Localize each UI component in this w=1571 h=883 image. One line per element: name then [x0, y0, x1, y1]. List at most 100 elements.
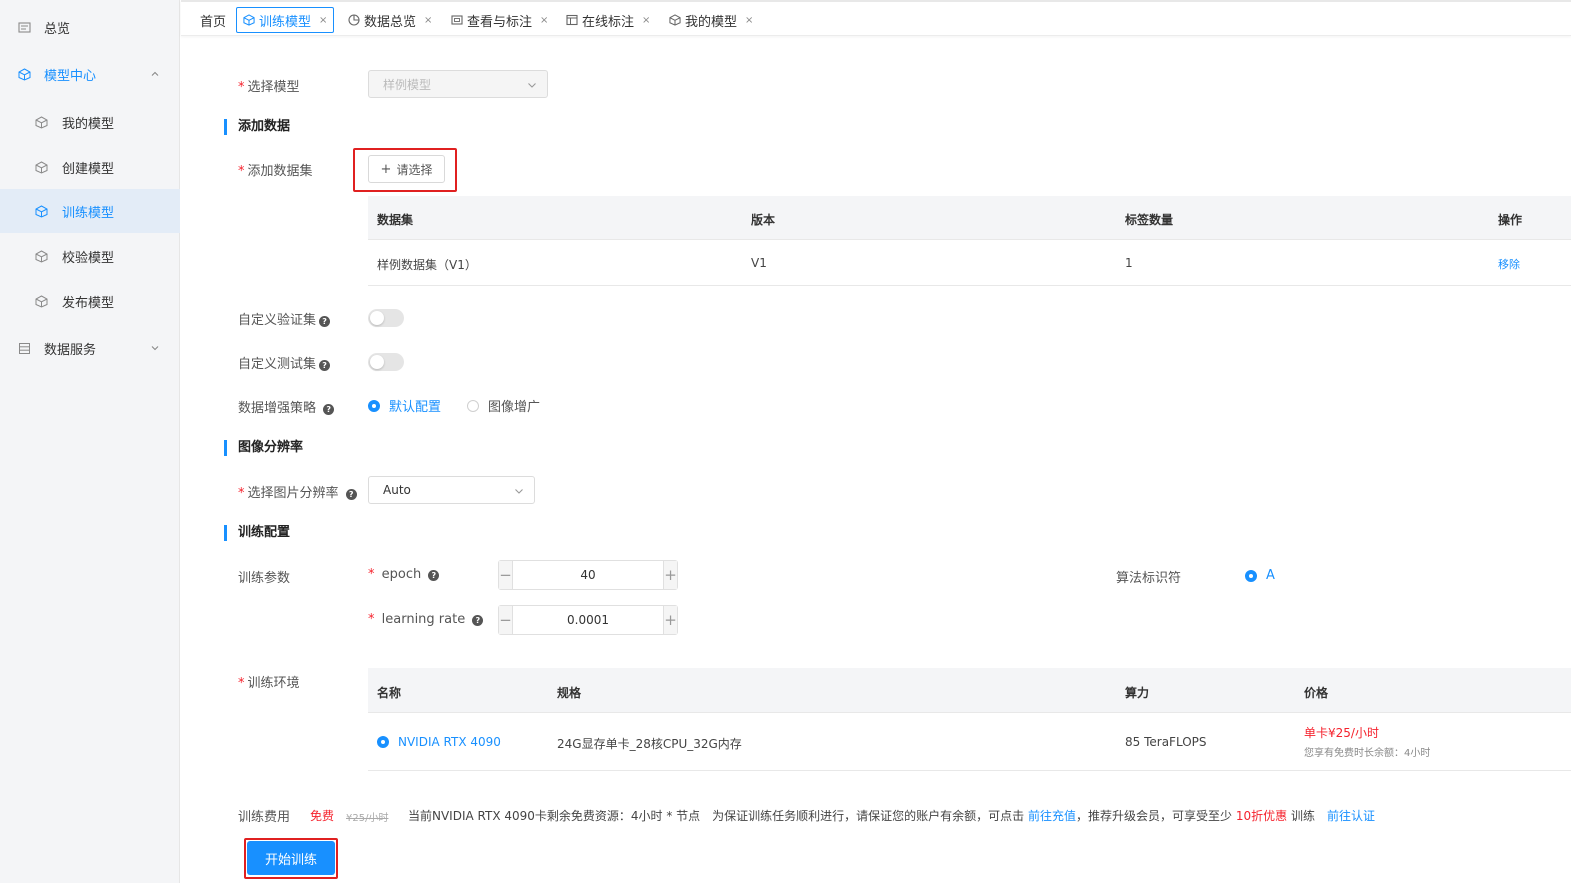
- sidebar-item-label: 创建模型: [62, 161, 115, 177]
- help-icon[interactable]: ?: [319, 360, 331, 371]
- cube-icon: [243, 14, 255, 26]
- tab-online-annotate[interactable]: 在线标注 ×: [566, 7, 650, 33]
- tab-label: 训练模型: [259, 14, 312, 30]
- custom-test-label: 自定义测试集?: [238, 353, 331, 372]
- radio-dot: [467, 399, 479, 412]
- fee-original-price: ¥25/小时: [346, 813, 389, 824]
- close-icon[interactable]: ×: [424, 15, 432, 26]
- fee-label: 训练费用: [238, 810, 291, 825]
- decrement-button[interactable]: −: [499, 606, 513, 634]
- table-row: 样例数据集（V1） V1 1 移除: [368, 240, 1571, 286]
- tab-my-models[interactable]: 我的模型 ×: [669, 7, 753, 33]
- help-icon[interactable]: ?: [323, 404, 335, 415]
- sidebar-item-publish-model[interactable]: 发布模型: [0, 279, 180, 323]
- tab-label: 在线标注: [582, 14, 635, 30]
- env-name: NVIDIA RTX 4090: [398, 735, 501, 749]
- increment-button[interactable]: +: [663, 606, 677, 634]
- tab-label: 查看与标注: [467, 14, 533, 30]
- augment-default-radio[interactable]: 默认配置: [368, 396, 441, 415]
- epoch-input[interactable]: [513, 561, 663, 589]
- augment-image-radio[interactable]: 图像增广: [467, 396, 540, 415]
- cube-icon: [34, 115, 48, 129]
- tab-data-overview[interactable]: 数据总览 ×: [348, 7, 432, 33]
- chevron-down-icon: [514, 485, 524, 495]
- select-model-label: * 选择模型: [238, 80, 300, 95]
- sidebar-item-label: 总览: [44, 21, 71, 37]
- cell-tag-count: 1: [1125, 256, 1133, 270]
- close-icon[interactable]: ×: [319, 15, 327, 26]
- help-icon[interactable]: ?: [345, 489, 357, 500]
- epoch-stepper: − +: [498, 560, 678, 590]
- annotate-frame-icon: [451, 14, 463, 26]
- column-header-price: 价格: [1304, 686, 1329, 700]
- tab-label: 数据总览: [364, 14, 417, 30]
- radio-dot: [368, 399, 380, 412]
- help-icon[interactable]: ?: [319, 316, 331, 327]
- model-select-value: 样例模型: [383, 77, 432, 92]
- cell-dataset: 样例数据集（V1）: [377, 258, 477, 272]
- chevron-down-icon[interactable]: [150, 343, 160, 353]
- resolution-select-value: Auto: [383, 483, 411, 497]
- increment-button[interactable]: +: [663, 561, 677, 589]
- tab-home[interactable]: 首页: [200, 7, 226, 33]
- resolution-select[interactable]: Auto: [368, 476, 535, 504]
- verify-link[interactable]: 前往认证: [1327, 809, 1375, 823]
- column-header-version: 版本: [751, 213, 776, 227]
- tab-label: 我的模型: [685, 14, 738, 30]
- tab-train-model[interactable]: 训练模型 ×: [236, 7, 335, 33]
- sidebar: 总览 模型中心 我的模型 创建模型 训练模型 校验模型 发布模型 数据服务: [0, 0, 180, 883]
- choose-dataset-label: 请选择: [396, 162, 433, 177]
- start-training-button[interactable]: 开始训练: [247, 841, 335, 875]
- column-header-name: 名称: [377, 686, 402, 700]
- close-icon[interactable]: ×: [642, 15, 650, 26]
- algo-radio-a[interactable]: A: [1245, 568, 1275, 583]
- radio-dot: [1245, 569, 1257, 582]
- column-header-action: 操作: [1498, 213, 1523, 227]
- chevron-up-icon[interactable]: [150, 69, 160, 79]
- custom-validation-toggle[interactable]: [368, 309, 404, 327]
- epoch-label: * epoch ?: [368, 567, 440, 582]
- sidebar-item-overview[interactable]: 总览: [0, 5, 180, 49]
- sidebar-item-validate-model[interactable]: 校验模型: [0, 234, 180, 278]
- choose-dataset-button[interactable]: + 请选择: [368, 155, 445, 183]
- env-radio[interactable]: NVIDIA RTX 4090: [377, 735, 501, 749]
- cube-icon: [34, 204, 48, 218]
- decrement-button[interactable]: −: [499, 561, 513, 589]
- discount-text: 10折优惠: [1235, 809, 1288, 823]
- fee-free: 免费: [310, 809, 335, 823]
- cube-icon: [34, 160, 48, 174]
- sidebar-item-data-service[interactable]: 数据服务: [0, 326, 180, 370]
- close-icon[interactable]: ×: [540, 15, 548, 26]
- sidebar-item-model-center[interactable]: 模型中心: [0, 52, 180, 96]
- help-icon[interactable]: ?: [472, 615, 484, 626]
- tab-label: 首页: [200, 14, 227, 30]
- cube-icon: [669, 14, 681, 26]
- custom-test-toggle[interactable]: [368, 353, 404, 371]
- remove-dataset-link[interactable]: 移除: [1498, 256, 1520, 272]
- cell-version: V1: [751, 256, 767, 270]
- sidebar-item-my-models[interactable]: 我的模型: [0, 100, 180, 144]
- table-row[interactable]: NVIDIA RTX 4090 24G显存单卡_28核CPU_32G内存 85 …: [368, 713, 1571, 771]
- sidebar-item-label: 数据服务: [44, 342, 97, 358]
- fee-notice: 当前NVIDIA RTX 4090卡剩余免费资源：4小时 * 节点 为保证训练任…: [408, 809, 1376, 823]
- custom-validation-label: 自定义验证集?: [238, 309, 331, 328]
- learning-rate-input[interactable]: [513, 606, 663, 634]
- column-header-tag-count: 标签数量: [1125, 213, 1174, 227]
- sidebar-item-train-model[interactable]: 训练模型: [0, 189, 180, 233]
- help-icon[interactable]: ?: [428, 570, 440, 581]
- column-header-dataset: 数据集: [377, 213, 414, 227]
- recharge-link[interactable]: 前往充值: [1028, 809, 1076, 823]
- train-params-label: 训练参数: [238, 571, 291, 586]
- model-select[interactable]: 样例模型: [368, 70, 548, 98]
- overview-icon: [17, 20, 31, 34]
- sidebar-item-label: 训练模型: [62, 205, 115, 221]
- database-icon: [17, 341, 31, 355]
- tab-view-annotate[interactable]: 查看与标注 ×: [451, 7, 548, 33]
- train-env-label: * 训练环境: [238, 676, 300, 691]
- column-header-spec: 规格: [557, 686, 582, 700]
- sidebar-item-create-model[interactable]: 创建模型: [0, 145, 180, 189]
- algo-label: 算法标识符: [1116, 571, 1182, 586]
- annotate-window-icon: [566, 14, 578, 26]
- close-icon[interactable]: ×: [745, 15, 753, 26]
- section-train-config: 训练配置: [224, 525, 290, 541]
